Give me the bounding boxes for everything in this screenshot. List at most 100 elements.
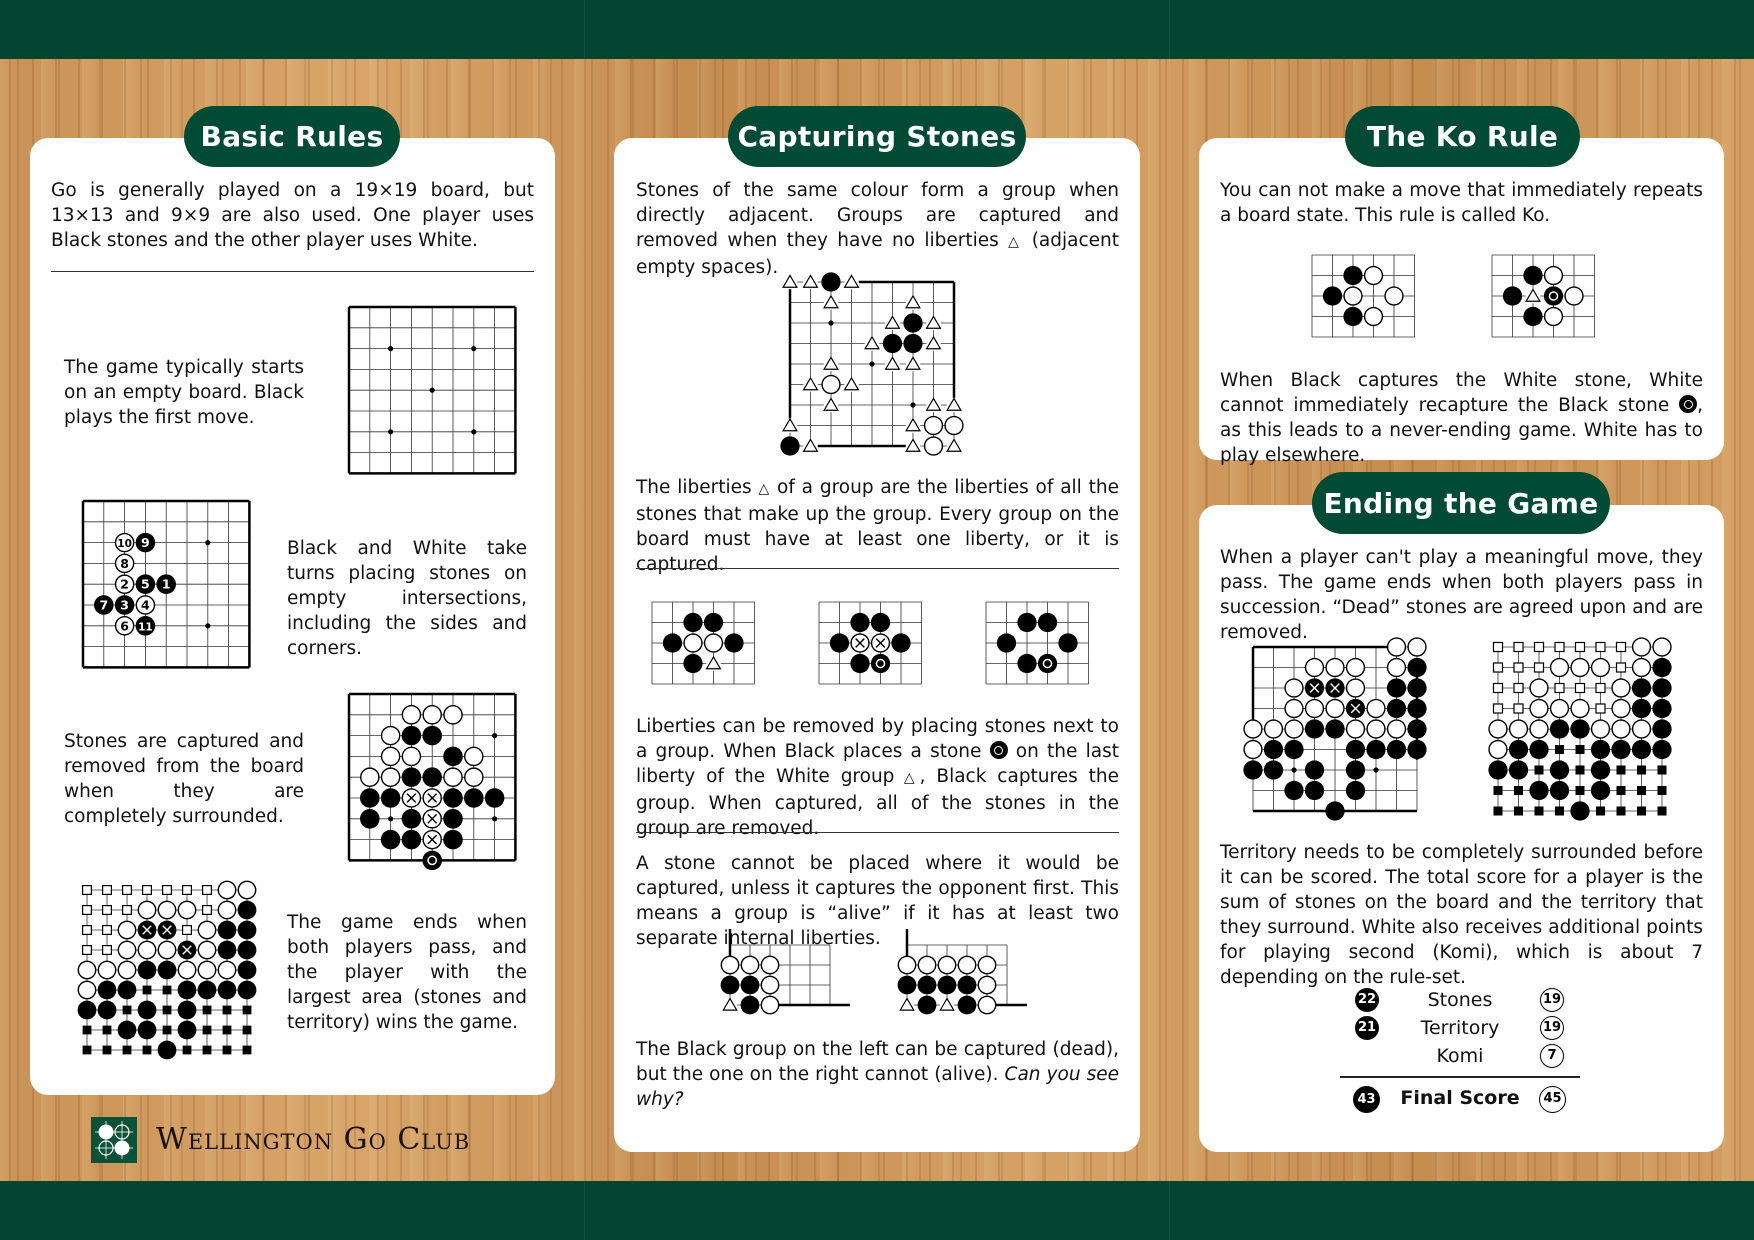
white-stone bbox=[1304, 657, 1325, 678]
move-number: 10 bbox=[117, 538, 132, 550]
white-stone bbox=[443, 705, 463, 725]
black-stone bbox=[996, 633, 1017, 653]
black-stone bbox=[1652, 719, 1672, 739]
move-number: 4 bbox=[141, 598, 150, 613]
black-stone bbox=[740, 995, 760, 1015]
white-territory-square-icon bbox=[1513, 703, 1524, 714]
white-stone bbox=[1363, 265, 1384, 286]
star-point bbox=[1291, 767, 1297, 773]
black-stone bbox=[1508, 739, 1529, 760]
white-territory-square-icon bbox=[102, 944, 113, 955]
white-stone bbox=[760, 975, 780, 995]
black-stone bbox=[1345, 739, 1366, 760]
black-stone bbox=[217, 980, 237, 1000]
score-row-final: 43 Final Score 45 bbox=[1340, 1084, 1580, 1113]
white-stone bbox=[177, 900, 197, 920]
white-stone bbox=[401, 705, 422, 725]
white-stone bbox=[1384, 286, 1404, 306]
white-territory-square-icon bbox=[81, 924, 93, 935]
black-territory-square-icon bbox=[222, 1005, 232, 1015]
white-territory-square-icon bbox=[102, 884, 113, 896]
white-territory-square-icon bbox=[1574, 682, 1586, 694]
white-stone bbox=[923, 415, 944, 436]
black-stone bbox=[401, 809, 422, 829]
white-stone bbox=[1631, 657, 1652, 678]
black-stone bbox=[1631, 739, 1652, 760]
black-stone bbox=[703, 612, 724, 633]
black-territory-square-icon bbox=[122, 1005, 132, 1015]
black-stone bbox=[77, 1000, 97, 1020]
divider bbox=[51, 271, 534, 272]
ko-diagram-before bbox=[1311, 254, 1415, 338]
black-stone bbox=[380, 788, 401, 808]
black-stone bbox=[443, 788, 463, 808]
black-territory-square-icon bbox=[82, 1025, 92, 1035]
black-stone bbox=[1652, 678, 1672, 698]
black-stone bbox=[1343, 306, 1363, 327]
white-territory-square-icon bbox=[81, 905, 93, 916]
black-territory-square-icon bbox=[202, 1005, 212, 1015]
black-stone bbox=[870, 653, 891, 674]
black-territory-square-icon bbox=[242, 1005, 252, 1015]
score-row-stones: 22 Stones 19 bbox=[1340, 986, 1580, 1014]
move-number: 6 bbox=[120, 618, 129, 633]
white-territory-square-icon bbox=[1533, 662, 1545, 673]
white-stone bbox=[1363, 306, 1384, 327]
star-point bbox=[828, 320, 834, 326]
star-point bbox=[429, 387, 435, 393]
black-stone bbox=[117, 1020, 137, 1040]
step2-text: Black and White take turns placing stone… bbox=[287, 538, 527, 659]
black-stone bbox=[1407, 698, 1427, 719]
black-stone bbox=[1017, 612, 1037, 633]
white-stone bbox=[937, 955, 957, 975]
black-territory-square-icon bbox=[1575, 765, 1585, 775]
white-stone bbox=[1345, 678, 1366, 698]
capturing-p4: A stone cannot be placed where it would … bbox=[636, 853, 1119, 949]
white-stone bbox=[957, 955, 977, 975]
white-stone bbox=[380, 746, 401, 767]
black-territory-square-icon bbox=[162, 985, 172, 995]
white-stone bbox=[464, 767, 484, 787]
white-stone bbox=[923, 436, 944, 456]
white-stone bbox=[1325, 698, 1345, 719]
black-stone bbox=[422, 850, 442, 871]
black-stone bbox=[443, 829, 463, 850]
ending-p1: When a player can't play a meaningful mo… bbox=[1220, 547, 1703, 643]
black-stone bbox=[1386, 739, 1407, 760]
black-stone bbox=[443, 746, 463, 767]
white-stone bbox=[760, 995, 780, 1015]
black-territory-count: 21 bbox=[1355, 1016, 1379, 1040]
white-stone bbox=[1284, 719, 1304, 739]
white-territory-square-icon bbox=[1595, 682, 1606, 694]
black-stone bbox=[1523, 306, 1543, 327]
black-territory-square-icon bbox=[1616, 806, 1626, 816]
capturing-p2-text: The liberties bbox=[636, 477, 752, 498]
black-stone bbox=[177, 980, 197, 1000]
white-stone bbox=[1386, 657, 1407, 678]
black-stone bbox=[1304, 760, 1325, 780]
score-label: Territory bbox=[1420, 1017, 1500, 1039]
white-territory-square-icon bbox=[1513, 682, 1524, 694]
black-stone bbox=[401, 829, 422, 850]
black-stone bbox=[850, 612, 870, 633]
black-stone bbox=[1529, 780, 1549, 801]
black-stone bbox=[1611, 739, 1631, 760]
black-stone bbox=[891, 633, 911, 653]
black-stone bbox=[177, 1000, 197, 1020]
white-territory-square-icon bbox=[102, 905, 113, 916]
white-stone bbox=[1284, 698, 1304, 719]
capturing-p1: Stones of the same colour form a group w… bbox=[636, 178, 1119, 280]
black-stone bbox=[237, 920, 257, 940]
black-territory-square-icon bbox=[1657, 765, 1667, 775]
black-territory-square-icon bbox=[122, 1045, 132, 1055]
white-stone bbox=[977, 955, 997, 975]
black-stone bbox=[1017, 653, 1037, 674]
black-stone bbox=[360, 788, 380, 808]
black-territory-square-icon bbox=[1554, 806, 1565, 816]
white-stone bbox=[740, 955, 760, 975]
star-point bbox=[869, 361, 875, 367]
white-stone bbox=[1590, 719, 1611, 739]
white-territory-square-icon bbox=[1513, 662, 1524, 673]
black-stone bbox=[1322, 286, 1343, 306]
move-number: 5 bbox=[141, 577, 150, 592]
